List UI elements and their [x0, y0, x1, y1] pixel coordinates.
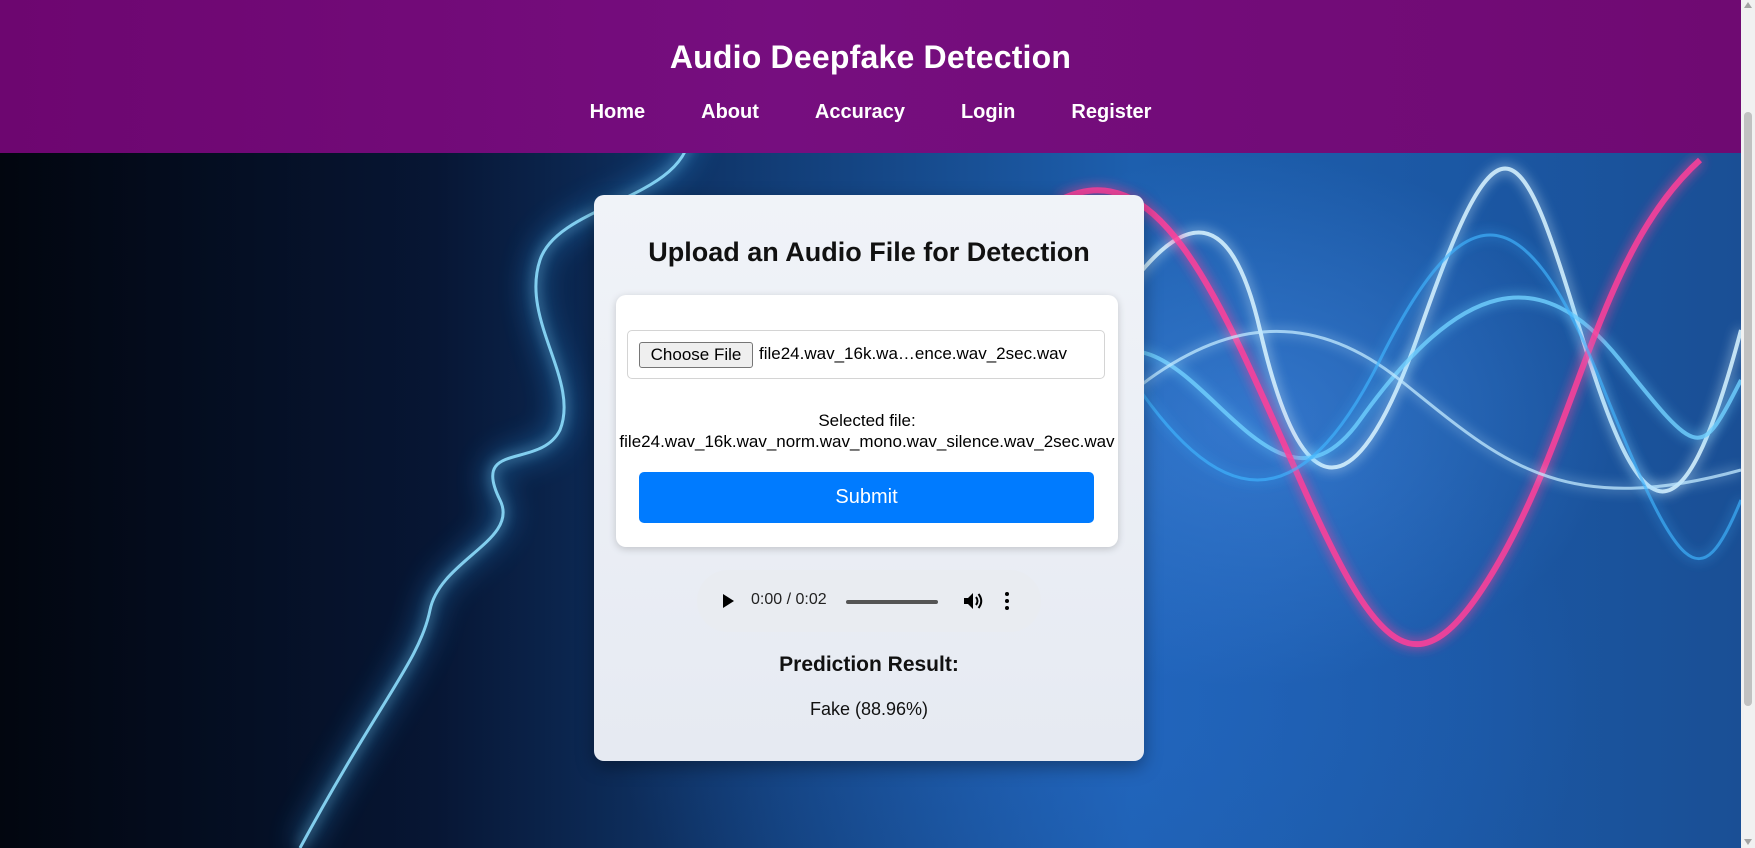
more-vertical-icon[interactable] — [1005, 592, 1009, 610]
volume-icon[interactable] — [963, 591, 985, 611]
nav-register[interactable]: Register — [1043, 100, 1179, 124]
choose-file-button[interactable]: Choose File — [639, 342, 753, 368]
scroll-up-icon[interactable] — [1744, 2, 1752, 8]
upload-form: Choose File file24.wav_16k.wa…ence.wav_2… — [616, 295, 1118, 547]
scroll-down-icon[interactable] — [1744, 839, 1752, 845]
nav-about[interactable]: About — [673, 100, 787, 124]
play-icon[interactable] — [723, 594, 734, 608]
site-header: Audio Deepfake Detection Home About Accu… — [0, 0, 1741, 153]
card-title: Upload an Audio File for Detection — [648, 237, 1090, 267]
nav-home[interactable]: Home — [562, 100, 674, 124]
submit-button[interactable]: Submit — [639, 472, 1094, 523]
upload-card: Upload an Audio File for Detection Choos… — [594, 195, 1144, 761]
result-value: Fake (88.96%) — [809, 699, 929, 719]
chosen-file-name: file24.wav_16k.wa…ence.wav_2sec.wav — [759, 344, 1068, 363]
page-scrollbar[interactable] — [1741, 0, 1755, 848]
selected-file-text: Selected file: file24.wav_16k.wav_norm.w… — [586, 410, 1148, 452]
nav-accuracy[interactable]: Accuracy — [787, 100, 933, 124]
nav-login[interactable]: Login — [933, 100, 1043, 124]
scroll-thumb[interactable] — [1744, 112, 1752, 706]
selected-file-name: file24.wav_16k.wav_norm.wav_mono.wav_sil… — [619, 432, 1115, 451]
audio-progress-slider[interactable] — [846, 600, 938, 604]
audio-time: 0:00 / 0:02 — [751, 591, 827, 608]
site-title: Audio Deepfake Detection — [669, 39, 1072, 75]
selected-file-label: Selected file: — [818, 411, 916, 430]
audio-player[interactable]: 0:00 / 0:02 — [697, 570, 1041, 632]
file-input[interactable]: Choose File file24.wav_16k.wa…ence.wav_2… — [627, 330, 1105, 379]
result-title: Prediction Result: — [779, 653, 959, 676]
main-nav: Home About Accuracy Login Register — [0, 100, 1741, 124]
